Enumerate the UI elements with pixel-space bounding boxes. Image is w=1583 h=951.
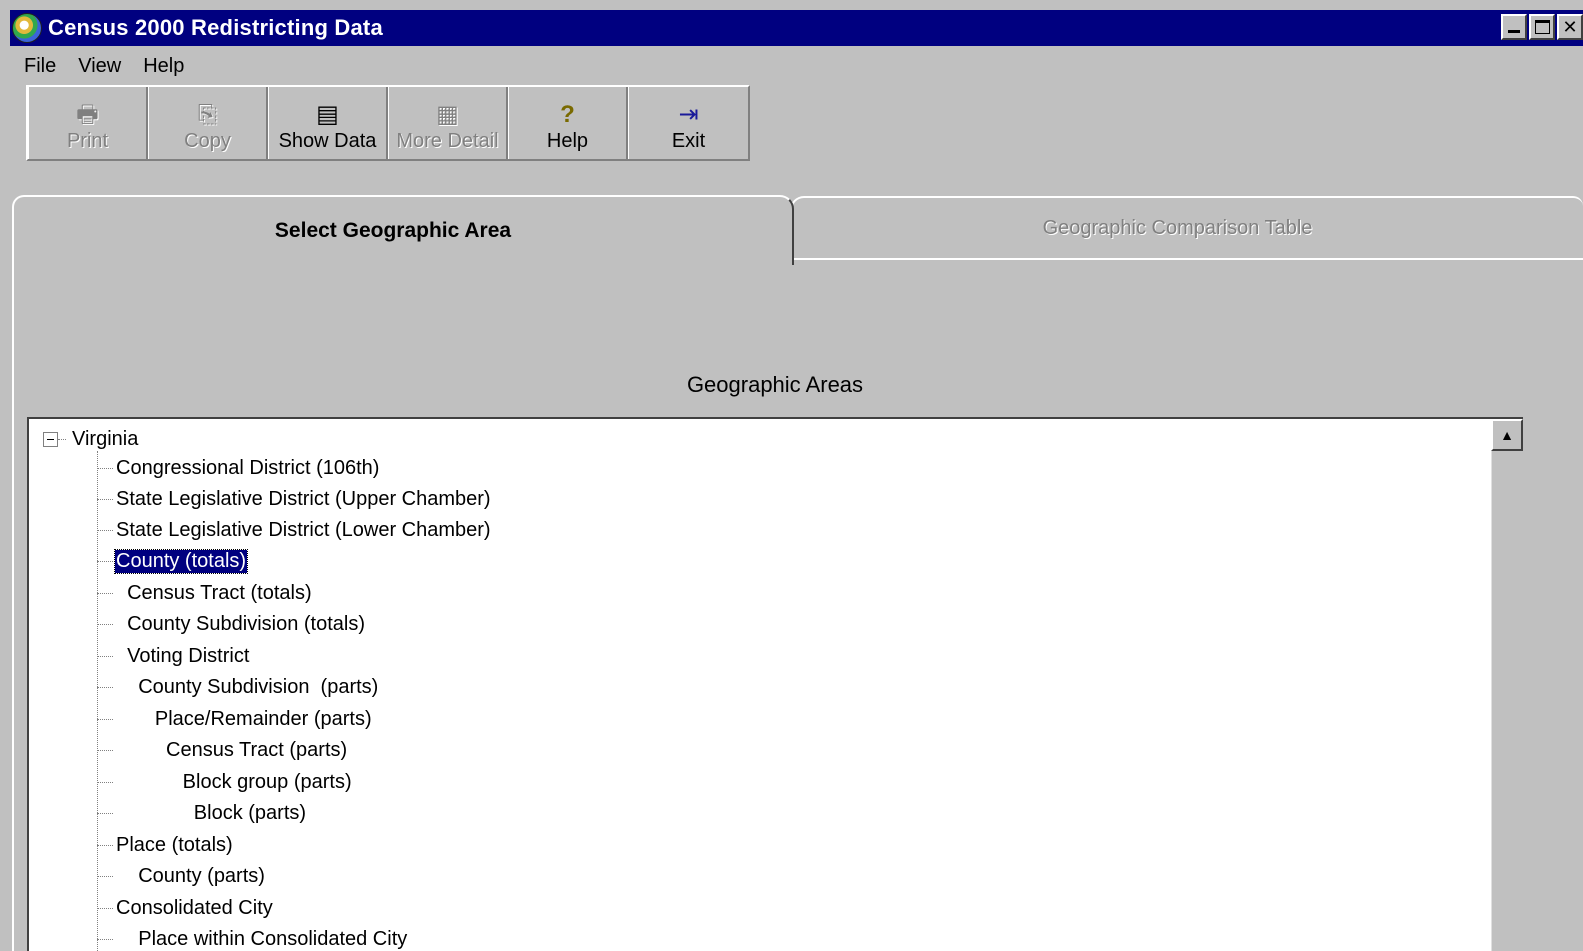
print-label: Print — [66, 130, 109, 152]
tree-scrollbar[interactable]: ▲ — [1491, 419, 1523, 951]
tree-item-label: Voting District — [116, 644, 250, 667]
tree-item[interactable]: Congressional District (106th) — [97, 454, 380, 482]
tree-item-label: State Legislative District (Lower Chambe… — [116, 518, 491, 541]
print-button[interactable]: 🖶 Print — [28, 87, 148, 159]
show-data-label: Show Data — [278, 130, 377, 152]
geographic-areas-heading: Geographic Areas — [686, 372, 864, 397]
tree-item-label: County (parts) — [116, 864, 265, 887]
menu-bar: File View Help — [10, 50, 193, 82]
tree-connector — [97, 907, 113, 909]
tree-connector — [97, 781, 113, 783]
help-label: Help — [546, 130, 589, 152]
tree-item-label: Congressional District (106th) — [116, 456, 380, 479]
tree-item[interactable]: Block (parts) — [97, 799, 307, 827]
tree-connector — [97, 529, 113, 531]
tree-item[interactable]: County Subdivision (parts) — [97, 673, 379, 701]
copy-icon: ⎘ — [197, 101, 218, 128]
maximize-icon — [1534, 20, 1550, 34]
tree-item[interactable]: Census Tract (totals) — [97, 579, 313, 607]
tree-connector — [97, 812, 113, 814]
geographic-areas-tree[interactable]: Virginia Congressional District (106th) … — [27, 417, 1523, 951]
tree-item-label: Census Tract (parts) — [116, 738, 348, 761]
up-arrow-icon: ▲ — [1500, 427, 1514, 443]
tree-item[interactable]: Census Tract (parts) — [97, 736, 348, 764]
title-bar: Census 2000 Redistricting Data ✕ — [10, 10, 1583, 46]
tree-connector — [97, 560, 113, 562]
tree-item-label: Place/Remainder (parts) — [116, 707, 372, 730]
tree-item[interactable]: Place within Consolidated City — [97, 925, 408, 951]
menu-view[interactable]: View — [78, 55, 121, 78]
tree-root-virginia[interactable]: Virginia — [43, 427, 138, 451]
tree-item[interactable]: State Legislative District (Lower Chambe… — [97, 516, 492, 544]
tree-connector — [97, 655, 113, 657]
scroll-track[interactable] — [1491, 451, 1523, 951]
tree-connector — [58, 438, 66, 440]
tree-item-label: State Legislative District (Upper Chambe… — [116, 487, 491, 510]
minimize-icon — [1508, 30, 1520, 33]
tab-select-geographic-area[interactable]: Select Geographic Area — [12, 195, 794, 265]
question-icon: ? — [560, 101, 575, 128]
document-icon: ▤ — [316, 101, 339, 128]
census-cd-icon[interactable] — [12, 13, 42, 43]
building-icon: ▦ — [436, 101, 459, 128]
tab-geographic-comparison-table[interactable]: Geographic Comparison Table — [790, 196, 1583, 258]
show-data-button[interactable]: ▤ Show Data — [268, 87, 388, 159]
toolbar: 🖶 Print ⎘ Copy ▤ Show Data ▦ More Detail… — [26, 85, 750, 161]
tab-divider — [794, 258, 1583, 260]
maximize-button[interactable] — [1529, 14, 1555, 40]
copy-label: Copy — [184, 130, 231, 152]
more-detail-button[interactable]: ▦ More Detail — [388, 87, 508, 159]
tree-connector — [97, 498, 113, 500]
help-button[interactable]: ? Help — [508, 87, 628, 159]
panel-border — [12, 230, 14, 951]
tree-item-label: County (totals) — [113, 548, 249, 574]
menu-help[interactable]: Help — [143, 55, 184, 78]
tree-item-label: County Subdivision (parts) — [116, 675, 379, 698]
tree-connector — [97, 749, 113, 751]
more-detail-label: More Detail — [396, 130, 499, 152]
tree-root-label: Virginia — [72, 427, 139, 450]
tree-item-selected[interactable]: County (totals) — [97, 547, 249, 575]
window-title: Census 2000 Redistricting Data — [48, 15, 383, 40]
tree-item-label: Block group (parts) — [116, 770, 352, 793]
exit-button[interactable]: ⇥ Exit — [628, 87, 748, 159]
menu-file[interactable]: File — [24, 55, 56, 78]
close-icon: ✕ — [1562, 16, 1578, 37]
tree-item-label: County Subdivision (totals) — [116, 612, 366, 635]
tree-connector — [97, 875, 113, 877]
tree-connector — [97, 718, 113, 720]
tree-item-label: Place (totals) — [116, 833, 233, 856]
printer-icon: 🖶 — [76, 101, 99, 128]
exit-door-icon: ⇥ — [678, 101, 699, 128]
collapse-icon[interactable] — [43, 431, 58, 447]
tree-connector — [97, 623, 113, 625]
tree-item[interactable]: State Legislative District (Upper Chambe… — [97, 485, 492, 513]
tree-connector — [97, 844, 113, 846]
tree-item[interactable]: Place/Remainder (parts) — [97, 705, 373, 733]
exit-label: Exit — [671, 130, 706, 152]
window-controls: ✕ — [1501, 14, 1583, 40]
tree-item[interactable]: Consolidated City — [97, 894, 274, 922]
tree-item-label: Consolidated City — [116, 896, 273, 919]
minimize-button[interactable] — [1501, 14, 1527, 40]
tree-item[interactable]: County Subdivision (totals) — [97, 610, 366, 638]
tree-item[interactable]: County (parts) — [97, 862, 266, 890]
tree-item[interactable]: Voting District — [97, 642, 250, 670]
tree-connector — [97, 592, 113, 594]
tree-item[interactable]: Place (totals) — [97, 831, 234, 859]
tree-connector — [97, 686, 113, 688]
tree-connector — [97, 467, 113, 469]
tree-connector — [97, 938, 113, 940]
tree-item[interactable]: Block group (parts) — [97, 768, 353, 796]
close-button[interactable]: ✕ — [1557, 14, 1583, 40]
tree-item-label: Block (parts) — [116, 801, 307, 824]
scroll-up-button[interactable]: ▲ — [1491, 419, 1523, 451]
copy-button[interactable]: ⎘ Copy — [148, 87, 268, 159]
tree-item-label: Place within Consolidated City — [116, 927, 408, 950]
tree-item-label: Census Tract (totals) — [116, 581, 312, 604]
